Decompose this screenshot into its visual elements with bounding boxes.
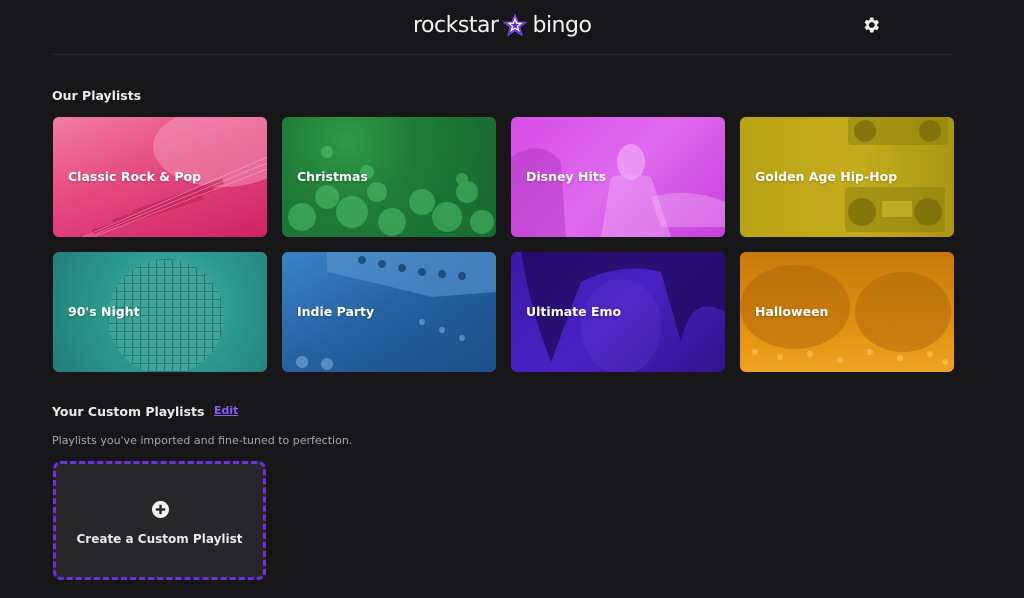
page: rockstar bingo Our Playlists Classic Roc… [0, 0, 1024, 598]
playlist-card-label: Disney Hits [526, 169, 607, 184]
edit-link[interactable]: Edit [214, 404, 238, 417]
logo[interactable]: rockstar bingo [413, 9, 592, 41]
logo-text-rockstar: rockstar [413, 12, 499, 38]
plus-circle-icon [152, 501, 169, 518]
star-icon [503, 13, 528, 37]
create-custom-playlist-button[interactable]: Create a Custom Playlist [53, 461, 266, 580]
custom-playlists-heading: Your Custom Playlists [52, 404, 205, 419]
playlist-card-label: Classic Rock & Pop [68, 169, 202, 184]
our-playlists-heading: Our Playlists [52, 88, 142, 103]
playlist-card-label: Golden Age Hip-Hop [755, 169, 898, 184]
playlist-card-indie-party[interactable]: Indie Party [282, 252, 496, 372]
logo-text-bingo: bingo [532, 12, 592, 38]
playlist-card-label: Halloween [755, 304, 829, 319]
create-custom-playlist-label: Create a Custom Playlist [76, 532, 243, 546]
settings-button[interactable] [861, 15, 881, 35]
gear-icon [864, 17, 879, 33]
playlist-card-christmas[interactable]: Christmas [282, 117, 496, 237]
playlist-card-classic-rock-pop[interactable]: Classic Rock & Pop [53, 117, 267, 237]
playlist-card-ultimate-emo[interactable]: Ultimate Emo [511, 252, 725, 372]
playlist-card-halloween[interactable]: Halloween [740, 252, 954, 372]
playlist-card-90s-night[interactable]: 90's Night [53, 252, 267, 372]
playlist-card-label: Ultimate Emo [526, 304, 622, 319]
custom-playlists-subtitle: Playlists you've imported and fine-tuned… [52, 434, 353, 447]
playlist-card-golden-age-hip-hop[interactable]: Golden Age Hip-Hop [740, 117, 954, 237]
playlist-card-label: Indie Party [297, 304, 375, 319]
playlist-card-label: 90's Night [68, 304, 140, 319]
playlist-card-label: Christmas [297, 169, 368, 184]
playlist-card-disney-hits[interactable]: Disney Hits [511, 117, 725, 237]
